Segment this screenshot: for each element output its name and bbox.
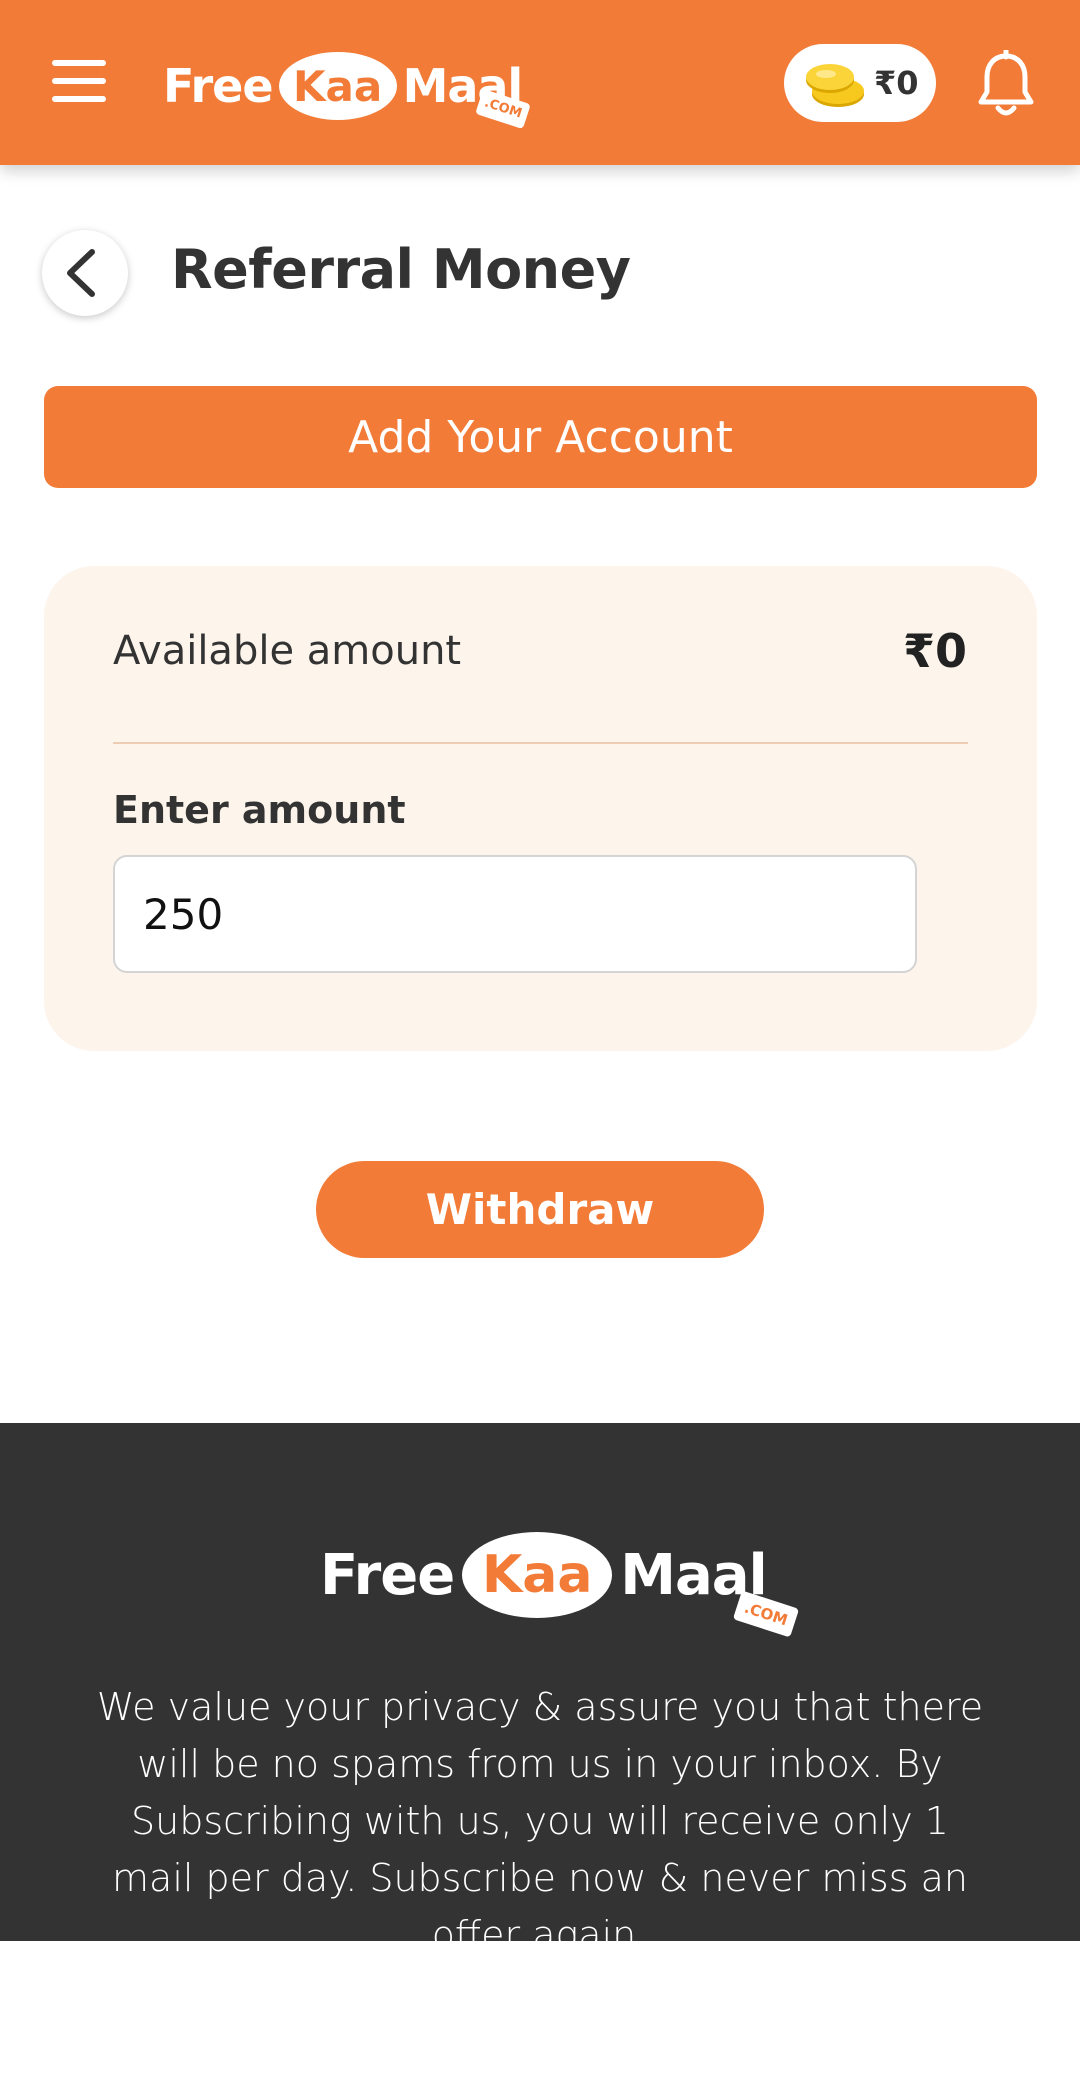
logo-dotcom-tag: .COM: [475, 88, 531, 130]
bell-icon[interactable]: [976, 50, 1036, 120]
wallet-balance-pill[interactable]: ₹0: [784, 44, 936, 122]
amount-input[interactable]: [113, 855, 917, 973]
coins-icon: [806, 64, 864, 107]
footer-logo-kaa-text: Kaa: [482, 1545, 593, 1605]
withdraw-card: Available amount ₹0 Enter amount: [44, 566, 1037, 1051]
page-title: Referral Money: [171, 238, 631, 301]
logo-free-text: Free: [163, 59, 274, 113]
footer: Free Kaa Maal .COM We value your privacy…: [0, 1423, 1080, 1941]
available-amount-label: Available amount: [113, 628, 462, 674]
wallet-amount: ₹0: [874, 64, 919, 102]
footer-logo-free-text: Free: [320, 1542, 455, 1608]
chevron-left-icon: [67, 249, 95, 297]
footer-logo-dotcom-tag: .COM: [732, 1590, 800, 1638]
logo-kaa-badge: Kaa: [278, 52, 397, 120]
card-divider: [113, 742, 968, 744]
add-account-button[interactable]: Add Your Account: [44, 386, 1037, 488]
withdraw-button[interactable]: Withdraw: [316, 1161, 764, 1258]
available-amount-value: ₹0: [902, 624, 967, 678]
footer-logo-kaa-badge: Kaa: [462, 1532, 613, 1618]
referral-money-page: Free Kaa Maal .COM ₹0 Referral Money Add…: [0, 0, 1080, 2094]
logo-kaa-text: Kaa: [292, 61, 383, 111]
enter-amount-label: Enter amount: [113, 788, 406, 832]
top-header: Free Kaa Maal .COM ₹0: [0, 0, 1080, 165]
hamburger-menu-icon[interactable]: [52, 58, 108, 104]
footer-logo[interactable]: Free Kaa Maal .COM: [320, 1527, 800, 1638]
footer-privacy-text: We value your privacy & assure you that …: [96, 1685, 984, 1941]
back-button[interactable]: [42, 230, 128, 316]
site-logo[interactable]: Free Kaa Maal .COM: [163, 46, 531, 130]
